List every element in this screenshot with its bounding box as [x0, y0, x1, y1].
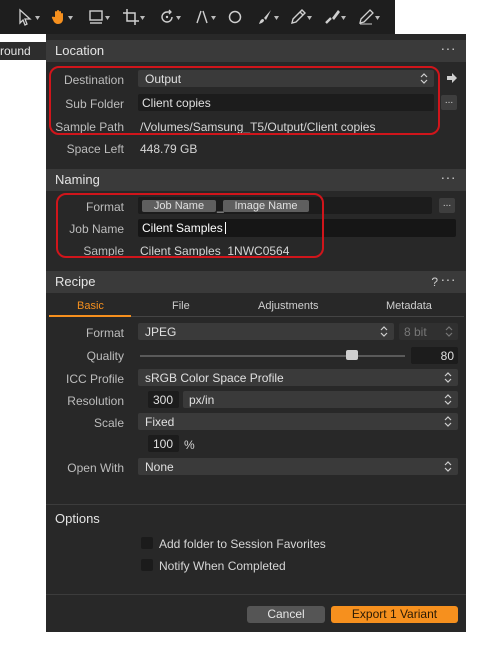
fill-icon[interactable] [323, 7, 347, 27]
updown-chevron-icon [445, 326, 453, 337]
icc-profile-select[interactable]: sRGB Color Space Profile [138, 369, 458, 386]
draw-mask-icon[interactable] [357, 7, 381, 27]
options-divider [46, 504, 466, 505]
space-left-label: Space Left [66, 142, 124, 156]
scale-select[interactable]: Fixed [138, 413, 458, 430]
naming-title: Naming [55, 172, 100, 187]
help-icon[interactable]: ? [431, 271, 438, 293]
brush-icon[interactable] [256, 7, 280, 27]
open-with-select[interactable]: None [138, 458, 458, 475]
scale-value: Fixed [145, 415, 175, 429]
select-arrow-icon[interactable] [17, 7, 41, 27]
cancel-button[interactable]: Cancel [247, 606, 325, 623]
notify-checkbox[interactable] [141, 559, 153, 571]
location-section-header[interactable]: Location ··· [46, 40, 466, 62]
crop-icon[interactable] [122, 7, 146, 27]
naming-menu-icon[interactable]: ··· [441, 166, 457, 188]
left-panel-background [0, 34, 46, 634]
eraser-pen-icon[interactable] [289, 7, 313, 27]
open-with-value: None [145, 460, 174, 474]
pan-hand-icon[interactable] [50, 7, 74, 27]
options-title: Options [55, 511, 100, 526]
tool-bar [0, 0, 395, 34]
updown-chevron-icon [380, 326, 388, 337]
icc-profile-value: sRGB Color Space Profile [145, 371, 284, 385]
scale-percent-input[interactable]: 100 [148, 435, 179, 452]
resolution-input[interactable]: 300 [148, 391, 179, 408]
tab-file[interactable]: File [172, 300, 190, 312]
bit-depth-value: 8 bit [404, 325, 427, 339]
rotate-icon[interactable] [158, 7, 182, 27]
left-panel-header: round [0, 42, 46, 60]
straighten-icon[interactable] [193, 7, 217, 27]
updown-chevron-icon [444, 372, 452, 383]
export-button[interactable]: Export 1 Variant [331, 606, 458, 623]
crop-ruler-icon[interactable] [87, 7, 111, 27]
subfolder-browse-button[interactable]: ... [441, 95, 457, 110]
quality-slider-track[interactable] [140, 355, 405, 357]
updown-chevron-icon [444, 416, 452, 427]
quality-input[interactable]: 80 [411, 347, 458, 364]
naming-highlight-box [56, 193, 324, 258]
space-left-value: 448.79 GB [140, 142, 198, 156]
file-format-select[interactable]: JPEG [138, 323, 394, 340]
percent-symbol: % [184, 438, 195, 452]
updown-chevron-icon [444, 394, 452, 405]
resolution-unit-select[interactable]: px/in [183, 391, 458, 408]
naming-section-header[interactable]: Naming ··· [46, 169, 466, 191]
notify-checkbox-label: Notify When Completed [159, 559, 286, 573]
location-highlight-box [49, 66, 440, 135]
updown-chevron-icon [444, 461, 452, 472]
recipe-menu-icon[interactable]: ··· [441, 268, 457, 290]
resolution-unit-value: px/in [189, 393, 215, 407]
arrow-right-icon[interactable] [446, 72, 458, 84]
tab-active-underline [49, 315, 131, 317]
tab-basic[interactable]: Basic [77, 300, 104, 312]
recipe-title: Recipe [55, 274, 96, 289]
resolution-value: 300 [153, 393, 174, 407]
tab-adjustments[interactable]: Adjustments [258, 300, 319, 312]
icc-profile-label: ICC Profile [65, 372, 124, 386]
tab-metadata[interactable]: Metadata [386, 300, 432, 312]
scale-label: Scale [93, 416, 124, 430]
location-title: Location [55, 43, 105, 58]
bit-depth-select[interactable]: 8 bit [399, 323, 458, 340]
favorites-checkbox[interactable] [141, 537, 153, 549]
quality-value: 80 [440, 349, 454, 363]
file-format-label: Format [85, 326, 124, 340]
open-with-label: Open With [67, 461, 124, 475]
circle-spot-icon[interactable] [227, 7, 251, 27]
quality-label: Quality [86, 349, 124, 363]
naming-browse-button[interactable]: ... [439, 198, 455, 213]
scale-percent-value: 100 [153, 437, 174, 451]
location-menu-icon[interactable]: ··· [441, 37, 457, 59]
footer-divider [46, 594, 466, 595]
recipe-section-header[interactable]: Recipe ? ··· [46, 271, 466, 293]
favorites-checkbox-label: Add folder to Session Favorites [159, 537, 326, 551]
quality-slider-thumb[interactable] [346, 350, 358, 360]
resolution-label: Resolution [67, 394, 124, 408]
file-format-value: JPEG [145, 325, 177, 339]
